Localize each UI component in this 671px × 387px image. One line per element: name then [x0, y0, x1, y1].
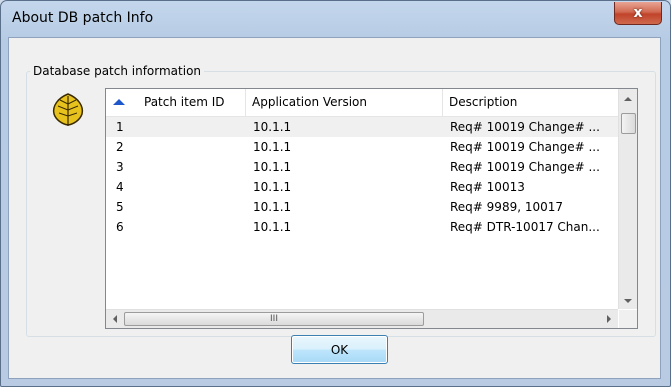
groupbox-label: Database patch information — [30, 64, 205, 78]
cell-app-version: 10.1.1 — [253, 140, 292, 154]
leaf-icon — [52, 93, 84, 126]
list-row[interactable]: 6 10.1.1 Req# DTR-10017 Chan... — [106, 217, 618, 237]
cell-description: Req# 10019 Change# ... — [450, 160, 600, 174]
about-dialog-window: About DB patch Info x Database patch inf… — [0, 0, 671, 387]
close-button[interactable]: x — [614, 2, 662, 25]
vertical-scroll-thumb[interactable] — [621, 113, 636, 134]
cell-patch-id: 1 — [116, 120, 124, 134]
list-row[interactable]: 3 10.1.1 Req# 10019 Change# ... — [106, 157, 618, 177]
list-header: Patch item ID Application Version Descri… — [106, 89, 618, 117]
ok-button[interactable]: OK — [291, 335, 388, 364]
vertical-scrollbar[interactable] — [618, 89, 637, 309]
close-icon: x — [633, 5, 643, 21]
scroll-down-arrow-icon[interactable] — [624, 299, 632, 303]
cell-description: Req# 10013 — [450, 180, 525, 194]
cell-app-version: 10.1.1 — [253, 160, 292, 174]
cell-patch-id: 4 — [116, 180, 124, 194]
sort-ascending-icon — [113, 99, 125, 105]
cell-patch-id: 6 — [116, 220, 124, 234]
scroll-up-arrow-icon[interactable] — [624, 97, 632, 101]
cell-description: Req# DTR-10017 Chan... — [450, 220, 600, 234]
column-header-application-version[interactable]: Application Version — [246, 89, 443, 116]
column-header-description[interactable]: Description — [443, 89, 618, 116]
cell-app-version: 10.1.1 — [253, 200, 292, 214]
horizontal-scroll-thumb[interactable]: III — [124, 312, 424, 326]
cell-patch-id: 5 — [116, 200, 124, 214]
scroll-left-arrow-icon[interactable] — [113, 315, 117, 323]
list-row[interactable]: 4 10.1.1 Req# 10013 — [106, 177, 618, 197]
scroll-right-arrow-icon[interactable] — [607, 315, 611, 323]
list-row[interactable]: 1 10.1.1 Req# 10019 Change# ... — [106, 117, 618, 137]
column-header-patch-item-id[interactable]: Patch item ID — [106, 89, 246, 116]
scrollbar-corner — [619, 310, 637, 328]
cell-app-version: 10.1.1 — [253, 220, 292, 234]
title-bar[interactable]: About DB patch Info x — [1, 1, 670, 37]
cell-app-version: 10.1.1 — [253, 120, 292, 134]
window-title: About DB patch Info — [12, 10, 154, 26]
cell-description: Req# 10019 Change# ... — [450, 120, 600, 134]
cell-patch-id: 3 — [116, 160, 124, 174]
cell-description: Req# 9989, 10017 — [450, 200, 564, 214]
list-rows: 1 10.1.1 Req# 10019 Change# ... 2 10.1.1… — [106, 117, 618, 237]
cell-description: Req# 10019 Change# ... — [450, 140, 600, 154]
dialog-client-area: Database patch information Patch item ID… — [8, 37, 661, 379]
cell-patch-id: 2 — [116, 140, 124, 154]
patch-list[interactable]: Patch item ID Application Version Descri… — [105, 88, 638, 329]
list-row[interactable]: 2 10.1.1 Req# 10019 Change# ... — [106, 137, 618, 157]
list-row[interactable]: 5 10.1.1 Req# 9989, 10017 — [106, 197, 618, 217]
horizontal-scrollbar[interactable]: III — [106, 309, 618, 328]
cell-app-version: 10.1.1 — [253, 180, 292, 194]
